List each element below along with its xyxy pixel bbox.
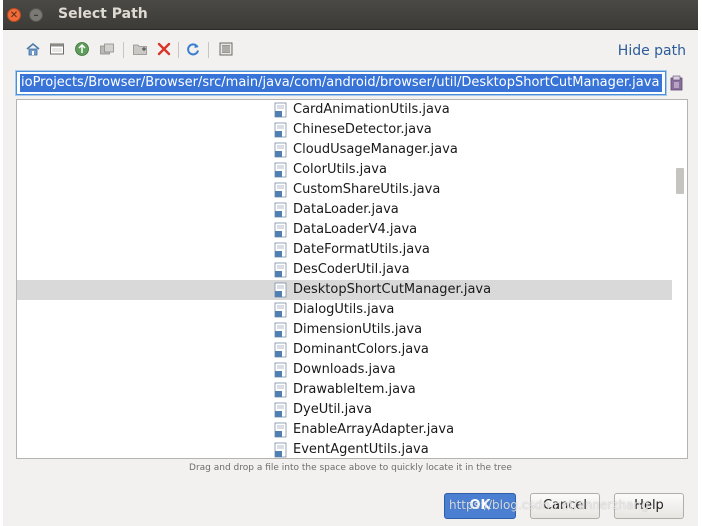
tree-row-label: DrawableItem.java <box>293 382 416 397</box>
tree-row-label: ColorUtils.java <box>293 162 387 177</box>
tree-row-label: DataLoaderV4.java <box>293 222 418 237</box>
tree-row[interactable]: Downloads.java <box>17 360 672 380</box>
path-input[interactable]: ioProjects/Browser/Browser/src/main/java… <box>16 71 666 95</box>
tree-row-label: DimensionUtils.java <box>293 322 423 337</box>
module-icon[interactable] <box>99 41 115 57</box>
project-icon[interactable] <box>74 41 90 57</box>
toolbar <box>23 41 243 61</box>
java-file-icon <box>274 202 288 218</box>
close-window-button[interactable]: ✕ <box>7 8 21 22</box>
java-file-icon <box>274 102 288 118</box>
select-path-dialog: ✕ – Select Path Hide path ioProjects/Bro… <box>3 0 698 526</box>
tree-row[interactable]: DominantColors.java <box>17 340 672 360</box>
tree-row[interactable]: CardAnimationUtils.java <box>17 100 672 120</box>
tree-row[interactable]: ChineseDetector.java <box>17 120 672 140</box>
java-file-icon <box>274 422 288 438</box>
watermark: https://blog.csdn.net/annerzhang <box>449 498 649 512</box>
tree-row[interactable]: ColorUtils.java <box>17 160 672 180</box>
tree-row-label: CardAnimationUtils.java <box>293 102 450 117</box>
tree-row-label: CloudUsageManager.java <box>293 142 458 157</box>
tree-row[interactable]: EventAgentUtils.java <box>17 440 672 458</box>
scrollbar-thumb[interactable] <box>676 168 684 194</box>
java-file-icon <box>274 142 288 158</box>
tree-row-label: DesktopShortCutManager.java <box>293 282 492 297</box>
tree-row-label: Downloads.java <box>293 362 396 377</box>
java-file-icon <box>274 322 288 338</box>
java-file-icon <box>274 382 288 398</box>
drag-drop-hint: Drag and drop a file into the space abov… <box>189 463 512 473</box>
new-folder-icon[interactable] <box>132 41 148 57</box>
path-row: ioProjects/Browser/Browser/src/main/java… <box>16 71 668 95</box>
home-icon[interactable] <box>25 41 41 57</box>
tree-row[interactable]: DesCoderUtil.java <box>17 260 672 280</box>
java-file-icon <box>274 182 288 198</box>
java-file-icon <box>274 242 288 258</box>
java-file-icon <box>274 262 288 278</box>
delete-icon[interactable] <box>156 41 172 57</box>
refresh-icon[interactable] <box>185 41 201 57</box>
toolbar-separator <box>123 42 124 58</box>
tree-row-label: DataLoader.java <box>293 202 399 217</box>
tree-row[interactable]: CloudUsageManager.java <box>17 140 672 160</box>
show-hidden-icon[interactable] <box>218 41 234 57</box>
tree-row-label: DialogUtils.java <box>293 302 395 317</box>
background-window-edge-right <box>698 0 702 526</box>
title-bar: ✕ – Select Path <box>3 0 698 30</box>
tree-row[interactable]: EnableArrayAdapter.java <box>17 420 672 440</box>
tree-row-label: DesCoderUtil.java <box>293 262 410 277</box>
tree-row[interactable]: DataLoader.java <box>17 200 672 220</box>
file-tree[interactable]: CardAnimationUtils.java ChineseDetector.j… <box>16 99 688 459</box>
tree-row-label: ChineseDetector.java <box>293 122 432 137</box>
tree-row[interactable]: DateFormatUtils.java <box>17 240 672 260</box>
java-file-icon <box>274 282 288 298</box>
tree-row-label: EnableArrayAdapter.java <box>293 422 455 437</box>
java-file-icon <box>274 362 288 378</box>
tree-row[interactable]: DyeUtil.java <box>17 400 672 420</box>
java-file-icon <box>274 342 288 358</box>
java-file-icon <box>274 302 288 318</box>
tree-row[interactable]: DesktopShortCutManager.java <box>17 280 672 300</box>
tree-row-label: EventAgentUtils.java <box>293 442 429 457</box>
java-file-icon <box>274 222 288 238</box>
tree-vertical-scrollbar[interactable] <box>673 100 687 458</box>
tree-row[interactable]: DataLoaderV4.java <box>17 220 672 240</box>
minimize-window-button[interactable]: – <box>29 8 43 22</box>
tree-row-label: DateFormatUtils.java <box>293 242 430 257</box>
path-input-value: ioProjects/Browser/Browser/src/main/java… <box>20 74 662 92</box>
window-title: Select Path <box>58 6 148 22</box>
tree-row[interactable]: DimensionUtils.java <box>17 320 672 340</box>
tree-row[interactable]: DialogUtils.java <box>17 300 672 320</box>
java-file-icon <box>274 442 288 458</box>
toolbar-separator <box>178 42 179 58</box>
java-file-icon <box>274 402 288 418</box>
tree-row[interactable]: CustomShareUtils.java <box>17 180 672 200</box>
tree-row[interactable]: DrawableItem.java <box>17 380 672 400</box>
desktop-icon[interactable] <box>49 41 65 57</box>
hide-path-link[interactable]: Hide path <box>618 43 686 59</box>
tree-row-label: DyeUtil.java <box>293 402 372 417</box>
java-file-icon <box>274 122 288 138</box>
tree-row-label: DominantColors.java <box>293 342 429 357</box>
java-file-icon <box>274 162 288 178</box>
toolbar-separator <box>208 42 209 58</box>
browse-path-icon[interactable] <box>670 74 684 92</box>
tree-row-label: CustomShareUtils.java <box>293 182 441 197</box>
